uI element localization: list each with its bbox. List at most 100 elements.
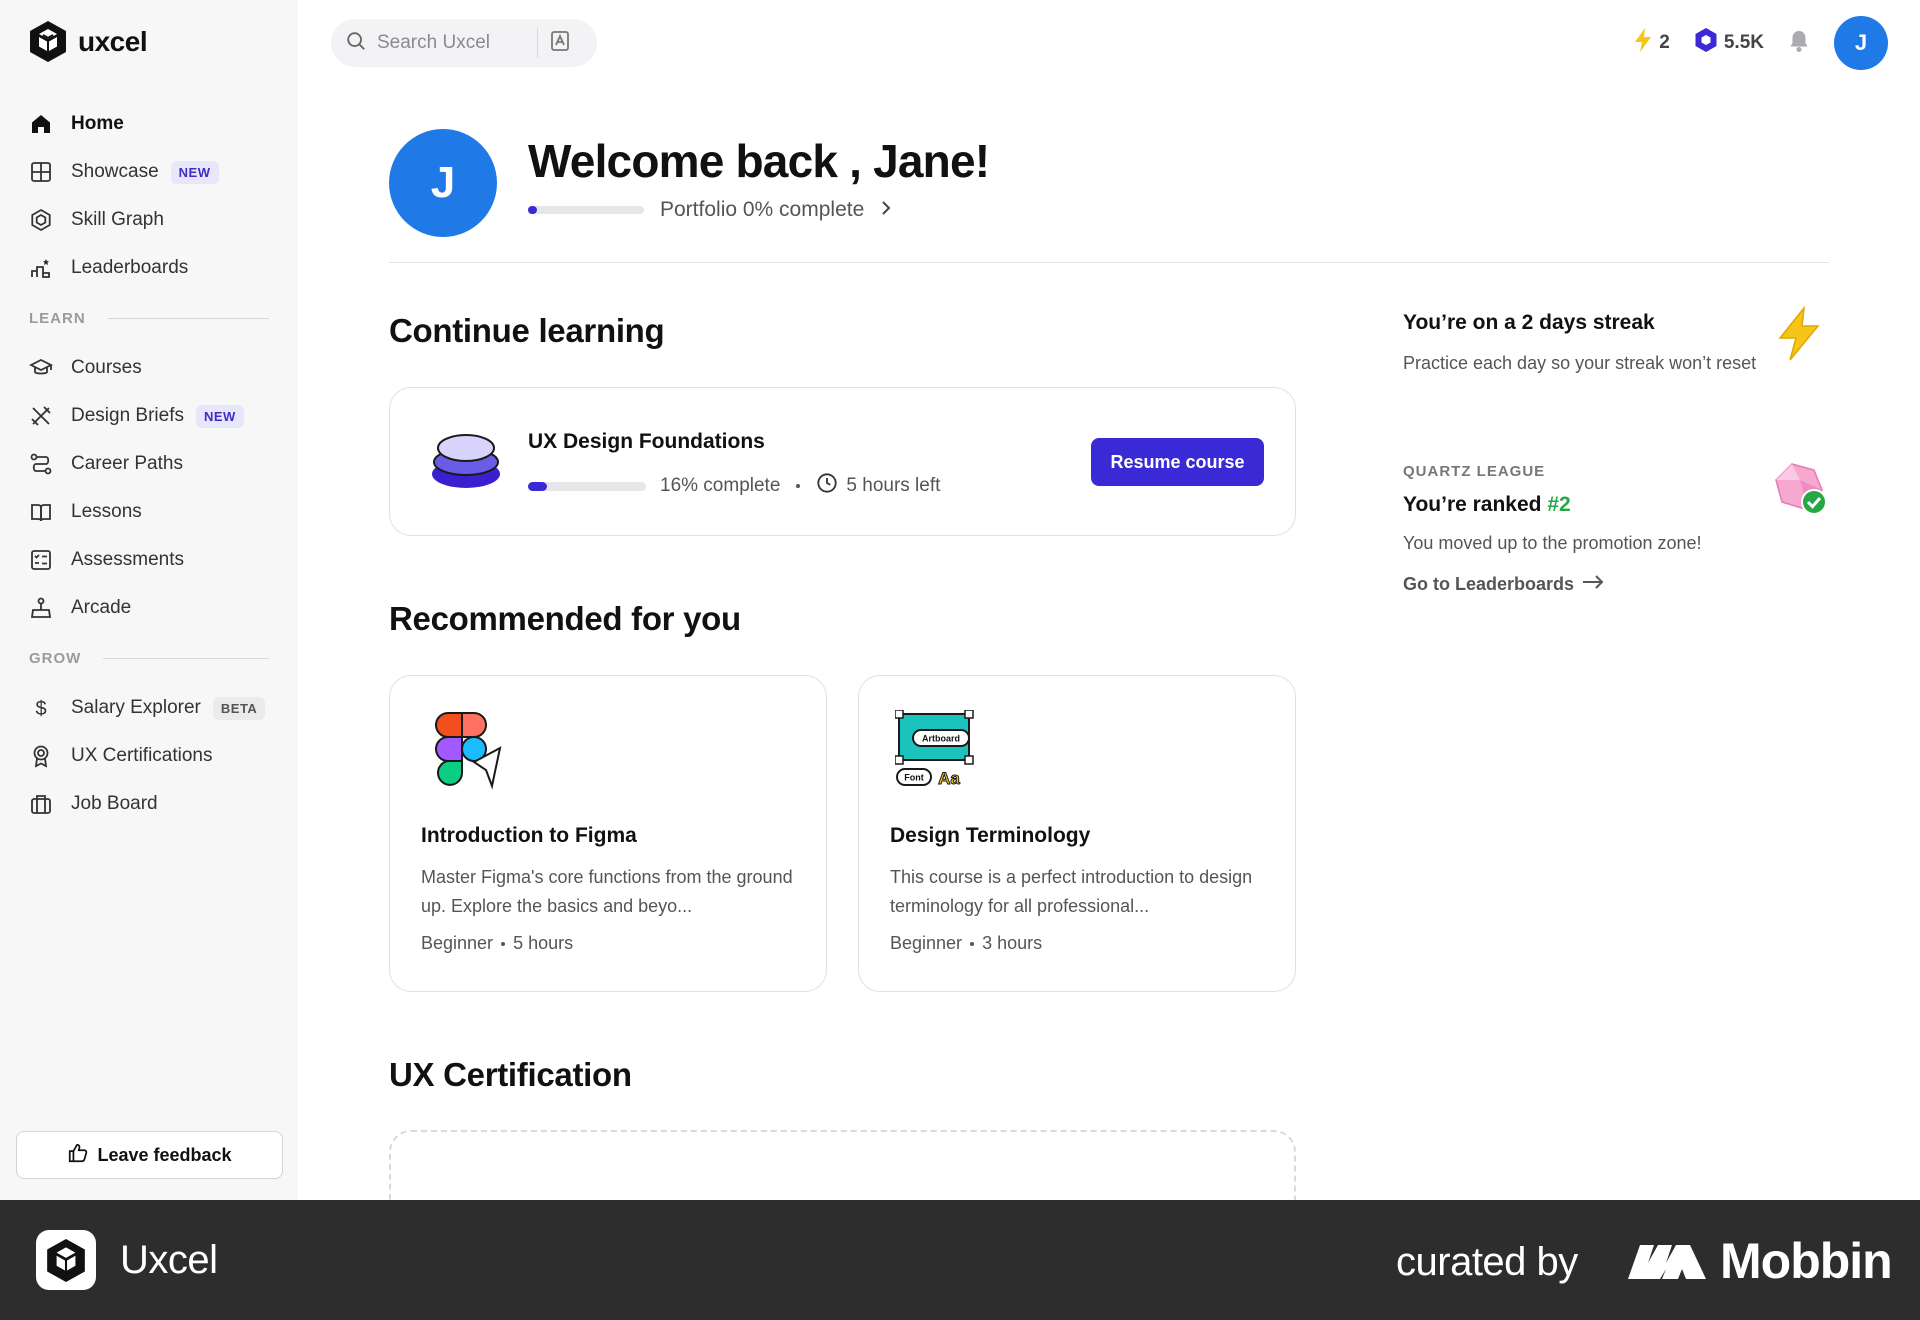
continue-course-card[interactable]: UX Design Foundations 16% complete 5 hou… <box>389 387 1296 536</box>
streak-description: Practice each day so your streak won’t r… <box>1403 353 1757 373</box>
design-briefs-icon <box>28 403 54 429</box>
section-divider <box>103 657 269 659</box>
section-label-grow: GROW <box>0 632 298 684</box>
footer-app-name: Uxcel <box>120 1238 218 1282</box>
sidebar-item-career-paths[interactable]: Career Paths <box>0 440 298 488</box>
sidebar-nav: Home Showcase NEW Skill Graph Leaderboar… <box>0 100 298 828</box>
sidebar-item-label: Leaderboards <box>71 257 189 278</box>
recommended-card-figma[interactable]: Introduction to Figma Master Figma's cor… <box>389 675 827 992</box>
sidebar: uxcel Home Showcase NEW Skill Graph Lead… <box>0 0 298 1200</box>
arrow-right-icon <box>1582 574 1604 595</box>
league-rank-prefix: You’re ranked <box>1403 493 1548 516</box>
search-icon <box>345 30 367 57</box>
sidebar-item-label: UX Certifications <box>71 745 213 766</box>
go-to-leaderboards-link[interactable]: Go to Leaderboards <box>1403 574 1604 595</box>
search-input[interactable]: Search Uxcel <box>377 32 537 54</box>
book-icon <box>28 499 54 525</box>
showcase-icon <box>28 159 54 185</box>
sidebar-item-job-board[interactable]: Job Board <box>0 780 298 828</box>
resume-course-button[interactable]: Resume course <box>1091 438 1264 486</box>
sidebar-item-skill-graph[interactable]: Skill Graph <box>0 196 298 244</box>
uxcel-app-icon <box>36 1230 96 1290</box>
xp-count: 5.5K <box>1723 32 1764 53</box>
graduation-cap-icon <box>28 355 54 381</box>
thumbs-up-icon <box>67 1142 89 1169</box>
league-rank-value: #2 <box>1547 493 1571 516</box>
aa-label: Aa <box>938 769 960 788</box>
sidebar-item-arcade[interactable]: Arcade <box>0 584 298 632</box>
course-duration: 5 hours <box>513 933 574 953</box>
portfolio-progress-fill <box>528 206 538 214</box>
header-actions: 2 5.5K J <box>1633 15 1888 71</box>
leave-feedback-button[interactable]: Leave feedback <box>16 1131 283 1179</box>
figma-icon <box>435 712 502 790</box>
career-paths-icon <box>28 451 54 477</box>
chevron-right-icon <box>880 198 892 222</box>
app-name: uxcel <box>78 25 148 57</box>
welcome-title: Welcome back , Jane! <box>528 135 990 187</box>
section-divider <box>107 317 269 319</box>
sidebar-item-label: Home <box>71 113 124 134</box>
sidebar-item-label: Showcase <box>71 161 159 182</box>
lightning-icon <box>1633 27 1653 59</box>
sidebar-item-label: Skill Graph <box>71 209 164 230</box>
xp-counter[interactable]: 5.5K <box>1694 27 1764 59</box>
league-description: You moved up to the promotion zone! <box>1403 533 1702 553</box>
sidebar-item-label: Arcade <box>71 597 132 618</box>
sidebar-item-label: Salary Explorer <box>71 697 201 718</box>
league-label: QUARTZ LEAGUE <box>1403 463 1546 480</box>
course-progress-bar <box>528 481 646 491</box>
user-avatar[interactable]: J <box>1834 16 1888 70</box>
search-divider <box>537 28 538 58</box>
continue-learning-heading: Continue learning <box>389 312 665 349</box>
artboard-label: Artboard <box>922 734 960 744</box>
search-bar[interactable]: Search Uxcel <box>331 19 597 67</box>
streak-counter[interactable]: 2 <box>1633 27 1670 59</box>
meta-separator <box>796 484 801 488</box>
footer-bar: Uxcel curated by Mobbin <box>0 1200 1920 1320</box>
home-icon <box>28 111 54 137</box>
recommended-card-meta: Beginner 3 hours <box>890 933 1042 954</box>
recommended-card-title: Introduction to Figma <box>421 824 637 847</box>
ux-certification-heading: UX Certification <box>389 1056 632 1093</box>
recommended-card-description: Master Figma's core functions from the g… <box>421 867 793 916</box>
notification-bell-icon[interactable] <box>1788 29 1810 58</box>
keyboard-shortcut-icon[interactable] <box>550 30 570 57</box>
mobbin-logo-icon <box>1628 1245 1706 1279</box>
sidebar-item-leaderboards[interactable]: Leaderboards <box>0 244 298 292</box>
svg-text:$: $ <box>35 698 46 720</box>
lightning-icon <box>1778 306 1820 361</box>
dollar-icon: $ <box>28 695 54 721</box>
sidebar-item-design-briefs[interactable]: Design Briefs NEW <box>0 392 298 440</box>
sidebar-item-home[interactable]: Home <box>0 100 298 148</box>
section-label-text: LEARN <box>29 309 86 327</box>
layers-icon <box>432 434 500 488</box>
profile-avatar[interactable]: J <box>389 129 497 237</box>
briefcase-icon <box>28 791 54 817</box>
skill-graph-icon <box>28 207 54 233</box>
course-progress-text: 16% complete <box>660 475 781 496</box>
recommended-card-design-terminology[interactable]: Artboard Font Aa Design Terminology This… <box>858 675 1296 992</box>
font-label: Font <box>904 773 924 783</box>
meta-separator <box>501 941 506 946</box>
sidebar-item-ux-certifications[interactable]: UX Certifications <box>0 732 298 780</box>
recommended-card-title: Design Terminology <box>890 824 1091 847</box>
portfolio-progress-link[interactable]: Portfolio 0% complete <box>528 198 892 222</box>
certification-icon <box>28 743 54 769</box>
course-title: UX Design Foundations <box>528 430 765 453</box>
app-logo[interactable]: uxcel <box>28 20 148 63</box>
sidebar-item-label: Lessons <box>71 501 142 522</box>
footer-curated-by: curated by <box>1396 1240 1578 1284</box>
sidebar-item-assessments[interactable]: Assessments <box>0 536 298 584</box>
portfolio-progress-text: Portfolio 0% complete <box>660 198 865 221</box>
leave-feedback-label: Leave feedback <box>97 1144 232 1165</box>
section-label-learn: LEARN <box>0 292 298 344</box>
section-label-text: GROW <box>29 649 82 667</box>
sidebar-item-salary-explorer[interactable]: $ Salary Explorer BETA <box>0 684 298 732</box>
sidebar-item-lessons[interactable]: Lessons <box>0 488 298 536</box>
sidebar-item-courses[interactable]: Courses <box>0 344 298 392</box>
course-meta: 16% complete 5 hours left <box>528 472 940 500</box>
clock-icon <box>816 472 838 500</box>
sidebar-item-showcase[interactable]: Showcase NEW <box>0 148 298 196</box>
uxcel-logo-icon <box>30 21 66 62</box>
